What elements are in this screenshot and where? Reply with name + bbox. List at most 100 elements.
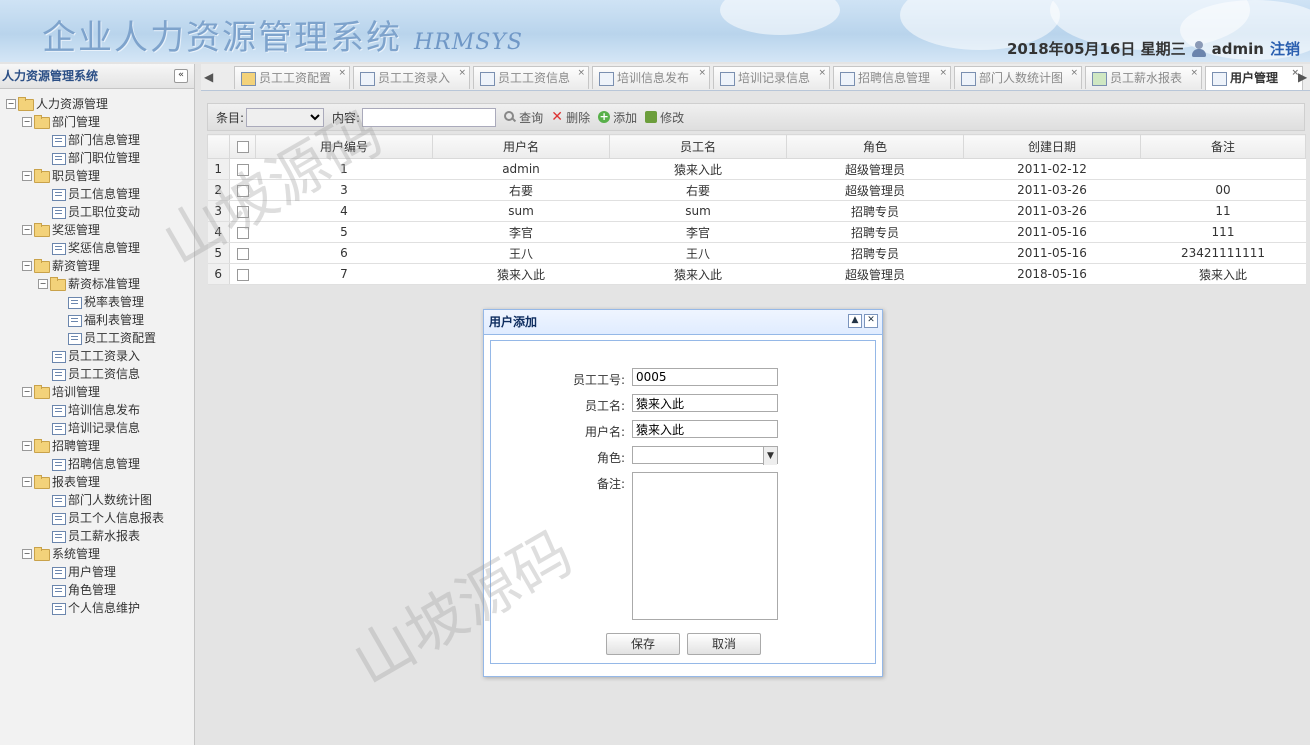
- nav-tree-item[interactable]: 角色管理: [0, 581, 194, 599]
- column-header[interactable]: 角色: [786, 134, 964, 159]
- nav-tree-item[interactable]: − 系统管理: [0, 545, 194, 563]
- nav-tree-item[interactable]: − 报表管理: [0, 473, 194, 491]
- close-icon[interactable]: ✕: [864, 314, 878, 328]
- table-cell: 王八: [609, 242, 787, 264]
- nav-tree-item[interactable]: 培训信息发布: [0, 401, 194, 419]
- nav-tree-item[interactable]: 税率表管理: [0, 293, 194, 311]
- chevron-down-icon[interactable]: ▼: [763, 447, 777, 465]
- cancel-button[interactable]: 取消: [687, 633, 761, 655]
- nav-tree-item[interactable]: − 薪资管理: [0, 257, 194, 275]
- column-header[interactable]: 员工名: [609, 134, 787, 159]
- emp-name-field[interactable]: [632, 394, 778, 412]
- tree-collapse-icon[interactable]: −: [22, 225, 32, 235]
- page-icon: [52, 135, 66, 147]
- tree-collapse-icon[interactable]: −: [22, 441, 32, 451]
- nav-tree-item[interactable]: 员工信息管理: [0, 185, 194, 203]
- tab-close-icon[interactable]: ×: [577, 62, 585, 85]
- nav-tree-item[interactable]: − 人力资源管理: [0, 95, 194, 113]
- table-row[interactable]: 1 1 admin 猿来入此 超级管理员 2011-02-12: [207, 158, 1306, 180]
- nav-tree-item[interactable]: − 职员管理: [0, 167, 194, 185]
- delete-button[interactable]: ✕ 删除: [551, 109, 590, 126]
- nav-tree-item[interactable]: − 奖惩管理: [0, 221, 194, 239]
- logout-link[interactable]: 注销: [1270, 38, 1300, 59]
- table-row[interactable]: 5 6 王八 王八 招聘专员 2011-05-16 23421111111: [207, 242, 1306, 264]
- search-button[interactable]: 查询: [504, 109, 543, 126]
- tab-7[interactable]: 员工薪水报表 ×: [1085, 66, 1202, 89]
- column-header[interactable]: 备注: [1140, 134, 1306, 159]
- nav-tree-item[interactable]: − 部门管理: [0, 113, 194, 131]
- nav-tree-item[interactable]: 部门人数统计图: [0, 491, 194, 509]
- tab-scroll-right-icon[interactable]: ▶: [1298, 70, 1307, 84]
- table-cell: 2018-05-16: [963, 263, 1141, 285]
- role-select[interactable]: ▼: [632, 446, 778, 465]
- tab-6[interactable]: 部门人数统计图 ×: [954, 66, 1082, 89]
- column-header[interactable]: 用户编号: [255, 134, 433, 159]
- nav-tree-item[interactable]: − 招聘管理: [0, 437, 194, 455]
- table-row[interactable]: 4 5 李官 李官 招聘专员 2011-05-16 111: [207, 221, 1306, 243]
- row-checkbox[interactable]: [229, 263, 256, 285]
- tab-close-icon[interactable]: ×: [338, 62, 346, 85]
- tab-close-icon[interactable]: ×: [698, 62, 706, 85]
- edit-button[interactable]: 修改: [645, 109, 684, 126]
- tree-collapse-icon[interactable]: −: [22, 549, 32, 559]
- tab-4[interactable]: 培训记录信息 ×: [713, 66, 830, 89]
- nav-tree-item[interactable]: 员工职位变动: [0, 203, 194, 221]
- row-checkbox[interactable]: [229, 242, 256, 264]
- nav-tree-item[interactable]: 个人信息维护: [0, 599, 194, 617]
- nav-tree-item[interactable]: − 薪资标准管理: [0, 275, 194, 293]
- keyword-input[interactable]: [362, 107, 497, 127]
- table-row[interactable]: 3 4 sum sum 招聘专员 2011-03-26 11: [207, 200, 1306, 222]
- collapse-sidebar-button[interactable]: «: [174, 69, 188, 83]
- nav-tree-item[interactable]: 员工工资录入: [0, 347, 194, 365]
- collapse-dialog-icon[interactable]: ▲: [848, 314, 862, 328]
- nav-tree-item[interactable]: 员工薪水报表: [0, 527, 194, 545]
- remark-field[interactable]: [632, 472, 778, 620]
- tab-0[interactable]: 员工工资配置 ×: [234, 66, 350, 89]
- nav-tree-item[interactable]: 员工工资信息: [0, 365, 194, 383]
- page-icon: [52, 405, 66, 417]
- tree-collapse-icon[interactable]: −: [22, 117, 32, 127]
- tab-scroll-left-icon[interactable]: ◀: [204, 70, 213, 84]
- tab-close-icon[interactable]: ×: [458, 62, 466, 85]
- tree-collapse-icon[interactable]: −: [22, 171, 32, 181]
- nav-tree-item[interactable]: 奖惩信息管理: [0, 239, 194, 257]
- nav-tree-item[interactable]: 员工工资配置: [0, 329, 194, 347]
- tree-collapse-icon[interactable]: −: [6, 99, 16, 109]
- tab-close-icon[interactable]: ×: [1190, 62, 1198, 85]
- tab-5[interactable]: 招聘信息管理 ×: [833, 66, 951, 89]
- nav-tree-item[interactable]: 招聘信息管理: [0, 455, 194, 473]
- row-checkbox[interactable]: [229, 200, 256, 222]
- nav-tree-item[interactable]: − 培训管理: [0, 383, 194, 401]
- nav-tree-item[interactable]: 部门职位管理: [0, 149, 194, 167]
- tree-collapse-icon[interactable]: −: [22, 261, 32, 271]
- tab-1[interactable]: 员工工资录入 ×: [353, 66, 470, 89]
- tab-3[interactable]: 培训信息发布 ×: [592, 66, 710, 89]
- tree-collapse-icon[interactable]: −: [22, 477, 32, 487]
- nav-tree-item[interactable]: 用户管理: [0, 563, 194, 581]
- column-header[interactable]: 创建日期: [963, 134, 1141, 159]
- row-checkbox[interactable]: [229, 221, 256, 243]
- tab-8[interactable]: 用户管理 ×: [1205, 66, 1303, 90]
- nav-tree-item[interactable]: 福利表管理: [0, 311, 194, 329]
- tab-2[interactable]: 员工工资信息 ×: [473, 66, 589, 89]
- field-select[interactable]: [246, 107, 325, 127]
- emp-no-field[interactable]: [632, 368, 778, 386]
- tab-close-icon[interactable]: ×: [1070, 62, 1078, 85]
- column-header[interactable]: 用户名: [432, 134, 610, 159]
- user-name-field[interactable]: [632, 420, 778, 438]
- nav-tree-item[interactable]: 部门信息管理: [0, 131, 194, 149]
- row-checkbox[interactable]: [229, 158, 256, 180]
- select-all-checkbox[interactable]: [229, 134, 256, 159]
- tab-close-icon[interactable]: ×: [939, 62, 947, 85]
- add-button[interactable]: + 添加: [598, 109, 637, 126]
- tree-collapse-icon[interactable]: −: [22, 387, 32, 397]
- save-button[interactable]: 保存: [606, 633, 680, 655]
- nav-tree-item[interactable]: 员工个人信息报表: [0, 509, 194, 527]
- table-row[interactable]: 6 7 猿来入此 猿来入此 超级管理员 2018-05-16 猿来入此: [207, 263, 1306, 285]
- table-row[interactable]: 2 3 右要 右要 超级管理员 2011-03-26 00: [207, 179, 1306, 201]
- nav-tree-item[interactable]: 培训记录信息: [0, 419, 194, 437]
- row-checkbox[interactable]: [229, 179, 256, 201]
- tab-close-icon[interactable]: ×: [818, 62, 826, 85]
- tree-collapse-icon[interactable]: −: [38, 279, 48, 289]
- tab-label: 培训记录信息: [738, 71, 811, 85]
